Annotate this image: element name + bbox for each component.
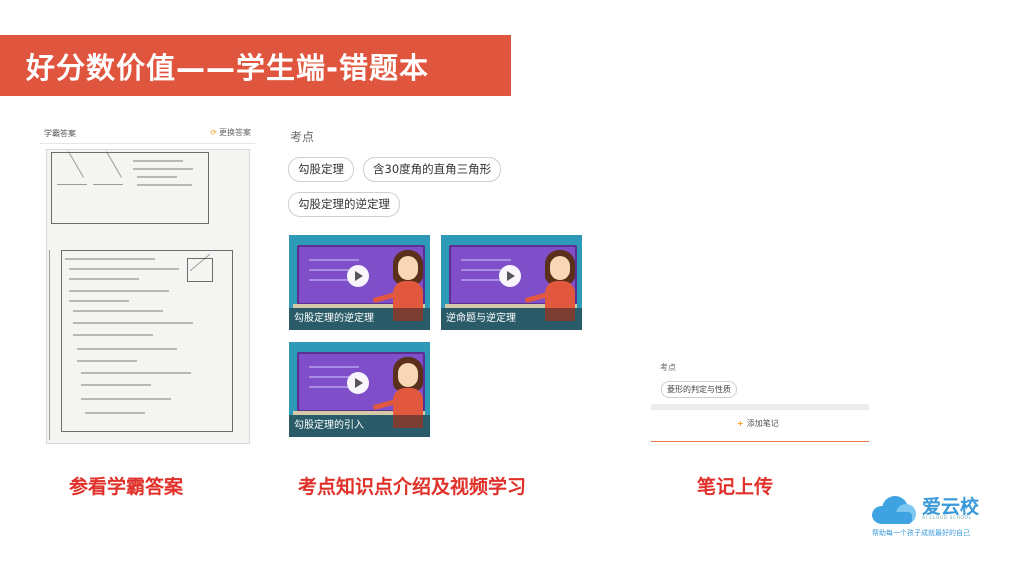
video-title: 逆命题与逆定理	[441, 308, 582, 330]
sheet-scribble	[73, 322, 193, 324]
logo-english: AI CLOUD SCHOOL	[922, 516, 972, 521]
play-icon[interactable]	[347, 265, 369, 287]
notes-knowledge-chip[interactable]: 菱形的判定与性质	[661, 381, 737, 398]
play-icon[interactable]	[347, 372, 369, 394]
sheet-line	[93, 184, 123, 185]
refresh-answer-label: 更换答案	[219, 128, 251, 137]
sheet-scribble	[133, 160, 183, 162]
caption-knowledge: 考点知识点介绍及视频学习	[298, 476, 527, 498]
sheet-line	[57, 184, 87, 185]
refresh-answer-button[interactable]: ⟳ 更换答案	[210, 127, 251, 138]
board-line	[461, 269, 501, 271]
logo-slogan: 帮助每一个孩子成就最好的自己	[872, 529, 970, 537]
board-line	[309, 366, 359, 368]
cloud-icon	[872, 496, 916, 524]
knowledge-chip[interactable]: 勾股定理的逆定理	[288, 192, 400, 217]
sheet-scribble	[137, 176, 177, 178]
sheet-scribble	[81, 372, 191, 374]
add-note-button[interactable]: + 添加笔记	[737, 418, 779, 429]
notes-divider-bar	[651, 404, 869, 410]
sheet-scribble	[77, 360, 137, 362]
board-line	[461, 259, 511, 261]
board-line	[309, 376, 349, 378]
video-card[interactable]: 逆命题与逆定理	[441, 235, 582, 330]
logo-name: 爱云校	[922, 496, 980, 518]
video-title: 勾股定理的引入	[289, 415, 430, 437]
answer-panel: 学霸答案 ⟳ 更换答案	[40, 125, 255, 444]
sheet-scribble	[69, 278, 139, 280]
sheet-scribble	[81, 384, 151, 386]
board-line	[309, 269, 349, 271]
notes-label: 考点	[660, 363, 676, 372]
page-title: 好分数价值——学生端-错题本	[26, 51, 430, 85]
plus-icon: +	[737, 419, 744, 428]
title-bar: 好分数价值——学生端-错题本	[0, 35, 511, 96]
notes-underline	[651, 441, 869, 442]
sheet-scribble	[73, 334, 153, 336]
sheet-box	[187, 258, 213, 282]
play-icon[interactable]	[499, 265, 521, 287]
teacher-face	[550, 256, 570, 280]
video-card[interactable]: 勾股定理的引入	[289, 342, 430, 437]
board-line	[309, 259, 359, 261]
sheet-scribble	[69, 300, 129, 302]
sheet-scribble	[65, 258, 155, 260]
sheet-scribble	[137, 184, 192, 186]
answer-sheet-image	[46, 149, 250, 444]
sheet-margin-line	[49, 250, 50, 440]
teacher-face	[398, 363, 418, 387]
answer-panel-header: 学霸答案 ⟳ 更换答案	[40, 125, 255, 144]
video-card[interactable]: 勾股定理的逆定理	[289, 235, 430, 330]
knowledge-chip[interactable]: 勾股定理	[288, 157, 354, 182]
brand-logo: 爱云校 AI CLOUD SCHOOL 帮助每一个孩子成就最好的自己	[870, 490, 995, 542]
answer-panel-label: 学霸答案	[44, 129, 76, 138]
sheet-scribble	[133, 168, 193, 170]
sheet-scribble	[73, 310, 163, 312]
sheet-scribble	[85, 412, 145, 414]
sheet-scribble	[81, 398, 171, 400]
sheet-scribble	[77, 348, 177, 350]
knowledge-label: 考点	[290, 130, 315, 144]
video-title: 勾股定理的逆定理	[289, 308, 430, 330]
sheet-scribble	[69, 268, 179, 270]
knowledge-chip[interactable]: 含30度角的直角三角形	[363, 157, 502, 182]
refresh-icon: ⟳	[210, 128, 217, 137]
sheet-scribble	[69, 290, 169, 292]
add-note-label: 添加笔记	[746, 419, 779, 428]
caption-notes: 笔记上传	[697, 476, 774, 498]
teacher-face	[398, 256, 418, 280]
caption-answer: 参看学霸答案	[69, 476, 184, 498]
